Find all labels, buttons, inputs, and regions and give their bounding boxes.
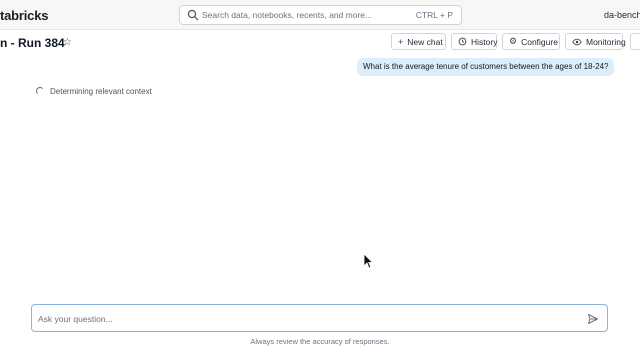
new-chat-button[interactable]: + New chat <box>391 33 446 50</box>
send-icon[interactable] <box>587 313 599 325</box>
star-icon[interactable]: ☆ <box>63 37 72 48</box>
monitoring-label: Monitoring <box>586 36 626 47</box>
history-icon <box>458 37 467 46</box>
monitoring-button[interactable]: Monitoring <box>565 33 626 50</box>
workspace-switcher[interactable]: da-bench <box>604 10 640 20</box>
mouse-pointer-icon <box>363 253 373 269</box>
status-text: Determining relevant context <box>50 87 152 96</box>
eye-icon <box>572 38 582 46</box>
configure-button[interactable]: ⚙ Configure <box>502 33 560 50</box>
page-title: n - Run 384 <box>0 36 65 50</box>
more-button[interactable] <box>630 33 640 50</box>
search-icon <box>187 9 199 21</box>
search-placeholder: Search data, notebooks, recents, and mor… <box>202 10 373 20</box>
search-shortcut: CTRL + P <box>415 10 453 20</box>
question-composer[interactable] <box>31 304 608 332</box>
history-button[interactable]: History <box>451 33 497 50</box>
user-message: What is the average tenure of customers … <box>357 58 615 76</box>
brand-logo[interactable]: tabricks <box>0 8 48 23</box>
gear-icon: ⚙ <box>509 36 518 46</box>
top-bar: tabricks Search data, notebooks, recents… <box>0 0 640 30</box>
disclaimer-text: Always review the accuracy of responses. <box>250 337 390 346</box>
plus-icon: + <box>398 36 404 47</box>
new-chat-label: New chat <box>407 36 443 47</box>
spinner-icon <box>36 87 44 95</box>
configure-label: Configure <box>521 36 558 47</box>
global-search[interactable]: Search data, notebooks, recents, and mor… <box>179 5 462 25</box>
history-label: History <box>471 36 498 47</box>
question-input[interactable] <box>38 312 578 326</box>
